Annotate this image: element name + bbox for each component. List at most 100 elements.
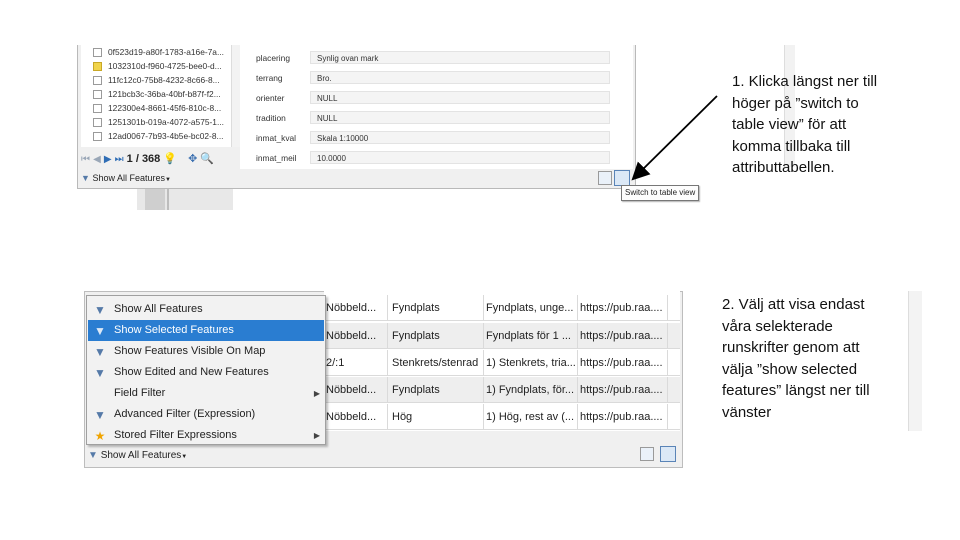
table-cell[interactable]: Fyndplats, unge...: [484, 295, 578, 321]
feature-list-item[interactable]: 12ad0067-7b93-4b5e-bc02-8...: [81, 129, 231, 143]
table-cell[interactable]: Fyndplats: [390, 295, 484, 321]
table-cell[interactable]: Fyndplats: [390, 377, 484, 403]
feature-list-item[interactable]: 121bcb3c-36ba-40bf-b87f-f2...: [81, 87, 231, 101]
menu-item-field-filter[interactable]: Field Filter ▶: [88, 383, 324, 404]
table-cell[interactable]: 1) Hög, rest av (...: [484, 404, 578, 430]
feature-list-scrollbar[interactable]: [231, 45, 240, 147]
table-cell[interactable]: Fyndplats: [390, 323, 484, 349]
feature-id: 1032310d-f960-4725-bee0-d...: [108, 61, 222, 71]
feature-checkbox[interactable]: [93, 76, 102, 86]
menu-item-label: Advanced Filter (Expression): [114, 408, 256, 420]
filter-icon: ▼: [94, 324, 106, 338]
feature-checkbox[interactable]: [93, 90, 102, 100]
feature-list-item[interactable]: 122300e4-8661-45f6-810c-8...: [81, 101, 231, 115]
field-value-input[interactable]: NULL: [310, 111, 610, 124]
filter-icon: ▼: [81, 173, 90, 183]
table-cell[interactable]: https://pub.raa....: [578, 377, 668, 403]
field-value-input[interactable]: Bro.: [310, 71, 610, 84]
table-row[interactable]: Nöbbeld... Fyndplats Fyndplats, unge... …: [324, 295, 680, 321]
feature-checkbox[interactable]: [93, 48, 102, 58]
switch-to-table-view-button[interactable]: [614, 170, 630, 186]
instruction-step-2: 2. Välj att visa endast våra selekterade…: [722, 296, 870, 421]
table-row[interactable]: Nöbbeld... Fyndplats 1) Fyndplats, för..…: [324, 377, 680, 403]
switch-to-form-view-button[interactable]: [598, 171, 612, 185]
menu-item-label: Show Edited and New Features: [114, 366, 269, 378]
next-feature-icon[interactable]: ▶: [104, 154, 112, 165]
table-row[interactable]: Nöbbeld... Fyndplats Fyndplats för 1 ...…: [324, 323, 680, 349]
menu-item-advanced-filter[interactable]: ▼ Advanced Filter (Expression): [88, 404, 324, 425]
feature-checkbox[interactable]: [93, 118, 102, 128]
feature-list-item[interactable]: 11fc12c0-75b8-4232-8c66-8...: [81, 73, 231, 87]
menu-item-stored-filter-expressions[interactable]: ★ Stored Filter Expressions ▶: [88, 425, 324, 446]
menu-item-label: Show All Features: [114, 303, 203, 315]
table-cell[interactable]: 1) Fyndplats, för...: [484, 377, 578, 403]
form-field: inmat_kval Skala 1:10000: [250, 131, 610, 145]
background-divider: [167, 188, 169, 210]
feature-list-item[interactable]: 1032310d-f960-4725-bee0-d...: [81, 59, 231, 73]
switch-to-form-view-button[interactable]: [640, 447, 654, 461]
star-icon: ★: [94, 429, 106, 443]
table-cell[interactable]: Nöbbeld...: [324, 295, 388, 321]
background-panel: [145, 188, 165, 210]
attribute-table: Nöbbeld... Fyndplats Fyndplats, unge... …: [324, 291, 922, 431]
table-cell[interactable]: Nöbbeld...: [324, 404, 388, 430]
table-row[interactable]: Nöbbeld... Hög 1) Hög, rest av (... http…: [324, 404, 680, 430]
submenu-arrow-icon: ▶: [313, 389, 320, 398]
menu-item-show-all-features[interactable]: ▼ Show All Features: [88, 299, 324, 320]
table-cell[interactable]: https://pub.raa....: [578, 350, 668, 376]
attribute-form: placering Synlig ovan mark terrang Bro. or…: [240, 45, 795, 169]
first-feature-icon[interactable]: ⏮: [81, 154, 90, 165]
field-value-input[interactable]: Skala 1:10000: [310, 131, 610, 144]
table-cell[interactable]: Nöbbeld...: [324, 323, 388, 349]
pan-to-feature-icon[interactable]: ✥: [188, 153, 197, 165]
zoom-to-feature-icon[interactable]: 🔍: [200, 153, 214, 165]
feature-id: 1251301b-019a-4072-a575-1...: [108, 117, 224, 127]
feature-list: 0f523d19-a80f-1783-a16e-7a... 1032310d-f…: [81, 45, 240, 147]
form-field: terrang Bro.: [250, 71, 610, 85]
dropdown-arrow-icon: ▼: [164, 177, 171, 183]
feature-checkbox[interactable]: [93, 132, 102, 142]
feature-checkbox[interactable]: [93, 104, 102, 114]
dropdown-arrow-icon: ▼: [181, 454, 188, 460]
filter-icon: ▼: [94, 303, 106, 317]
field-value-input[interactable]: NULL: [310, 91, 610, 104]
field-label: placering: [256, 53, 290, 63]
previous-feature-icon[interactable]: ◀: [93, 154, 101, 165]
table-cell[interactable]: https://pub.raa....: [578, 404, 668, 430]
form-field: placering Synlig ovan mark: [250, 51, 610, 65]
submenu-arrow-icon: ▶: [313, 431, 320, 440]
show-all-features-button[interactable]: ▼ Show All Features▼: [81, 171, 175, 186]
field-value-input[interactable]: 10.0000: [310, 151, 610, 164]
table-view-tooltip: Switch to table view: [621, 185, 700, 201]
table-cell[interactable]: https://pub.raa....: [578, 323, 668, 349]
menu-item-label: Show Features Visible On Map: [114, 345, 266, 357]
filter-button-label: Show All Features: [100, 450, 182, 461]
filter-icon: ▼: [94, 366, 106, 380]
table-cell[interactable]: Fyndplats för 1 ...: [484, 323, 578, 349]
menu-item-show-selected-features[interactable]: ▼ Show Selected Features: [88, 320, 324, 341]
menu-item-label: Field Filter: [114, 387, 166, 399]
show-all-features-button[interactable]: ▼ Show All Features▼: [88, 447, 191, 464]
last-feature-icon[interactable]: ⏭: [115, 154, 124, 165]
form-field: inmat_meil 10.0000: [250, 151, 610, 165]
menu-item-show-features-visible-on-map[interactable]: ▼ Show Features Visible On Map: [88, 341, 324, 362]
table-cell[interactable]: https://pub.raa....: [578, 295, 668, 321]
table-row[interactable]: 2/:1 Stenkrets/stenrad 1) Stenkrets, tri…: [324, 350, 680, 376]
field-label: inmat_kval: [256, 133, 297, 143]
menu-item-show-edited-and-new-features[interactable]: ▼ Show Edited and New Features: [88, 362, 324, 383]
field-value-input[interactable]: Synlig ovan mark: [310, 51, 610, 64]
feature-id: 122300e4-8661-45f6-810c-8...: [108, 103, 222, 113]
feature-list-item[interactable]: 1251301b-019a-4072-a575-1...: [81, 115, 231, 129]
top-screenshot: 0f523d19-a80f-1783-a16e-7a... 1032310d-f…: [77, 45, 795, 210]
table-cell[interactable]: Stenkrets/stenrad: [390, 350, 484, 376]
table-cell[interactable]: Nöbbeld...: [324, 377, 388, 403]
feature-id: 11fc12c0-75b8-4232-8c66-8...: [108, 75, 220, 85]
switch-to-table-view-button[interactable]: [660, 446, 676, 462]
table-cell[interactable]: 2/:1: [324, 350, 388, 376]
feature-checkbox-selected[interactable]: [93, 62, 102, 72]
table-cell[interactable]: 1) Stenkrets, tria...: [484, 350, 578, 376]
feature-list-item[interactable]: 0f523d19-a80f-1783-a16e-7a...: [81, 45, 231, 59]
highlight-feature-icon[interactable]: 💡: [163, 153, 177, 165]
table-cell[interactable]: Hög: [390, 404, 484, 430]
field-label: orienter: [256, 93, 285, 103]
